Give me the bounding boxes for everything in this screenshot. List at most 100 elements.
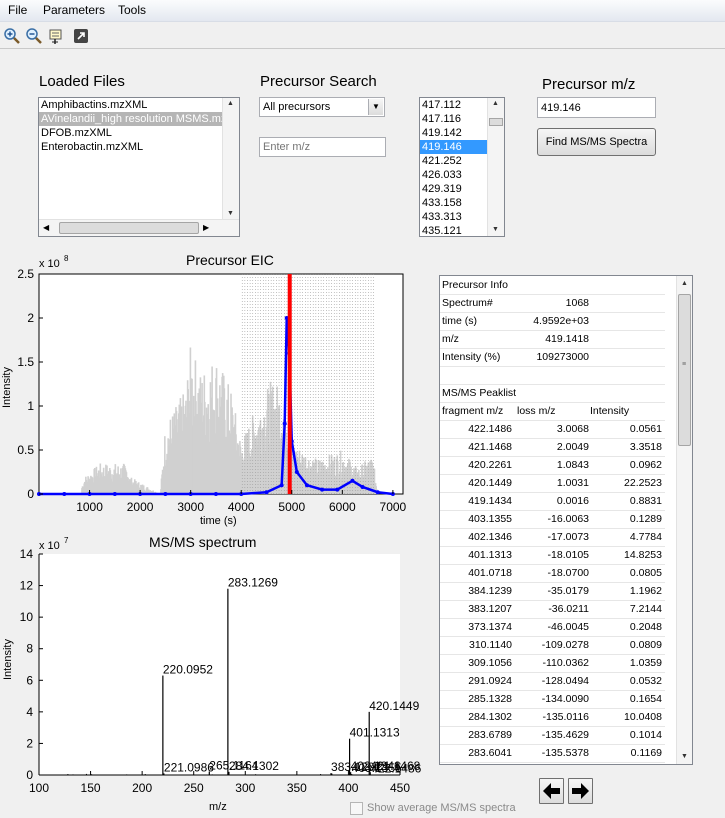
eic-y-tick-label: 1 [27, 399, 34, 413]
data-cursor-icon[interactable] [48, 27, 66, 45]
peak-fragment-mz: 420.1449 [468, 477, 512, 489]
file-item[interactable]: DFOB.mzXML [39, 126, 239, 140]
peaklist-column-header: Intensity [590, 405, 630, 417]
peaklist-column-header: loss m/z [517, 405, 556, 417]
table-row-divider [440, 726, 665, 727]
zoom-out-icon[interactable] [25, 27, 43, 45]
previous-spectrum-button[interactable] [539, 778, 564, 804]
eic-blue-point [163, 492, 168, 496]
file-item[interactable]: Amphibactins.mzXML [39, 98, 239, 112]
table-row-divider [440, 312, 665, 313]
next-spectrum-button[interactable] [568, 778, 593, 804]
peak-loss-mz: -17.0073 [547, 531, 589, 543]
menu-parameters[interactable]: Parameters [43, 3, 105, 17]
precursor-mz-input[interactable] [537, 97, 656, 118]
table-row-divider [440, 600, 665, 601]
peak-table[interactable]: Precursor Info Spectrum# 1068 time (s) 4.959… [439, 275, 693, 765]
msms-peak-label: 284.1302 [229, 759, 279, 773]
peak-fragment-mz: 383.1207 [468, 603, 512, 615]
menu-file[interactable]: File [8, 3, 27, 17]
peak-fragment-mz: 373.1374 [468, 621, 512, 633]
info-key: Intensity (%) [442, 351, 501, 363]
scroll-down-icon[interactable]: ▼ [227, 210, 234, 217]
scroll-up-icon[interactable]: ▲ [492, 100, 499, 107]
file-item-selected[interactable]: AVinelandii_high resolution MSMS.mzXML [39, 112, 239, 126]
scroll-left-icon[interactable]: ◀ [43, 223, 49, 232]
peak-intensity: 0.0561 [629, 423, 662, 435]
precursor-list-scrollbar[interactable]: ▲ ▼ [487, 98, 504, 236]
eic-xlabel: time (s) [200, 515, 237, 527]
msms-chart: MS/MS spectrum x 10 7 283.1269220.095222… [2, 534, 422, 813]
peak-fragment-mz: 422.1486 [468, 423, 512, 435]
files-vertical-scrollbar[interactable]: ▲ ▼ [222, 98, 239, 220]
info-key: m/z [442, 333, 459, 345]
arrow-right-icon [572, 783, 589, 799]
mz-search-input[interactable] [259, 137, 386, 157]
eic-blue-point [279, 483, 284, 488]
peak-intensity: 10.0408 [624, 711, 662, 723]
peak-fragment-mz: 403.1355 [468, 513, 512, 525]
peak-intensity: 0.8831 [629, 495, 662, 507]
peak-loss-mz: -18.0700 [547, 567, 589, 579]
peak-fragment-mz: 283.6789 [468, 729, 512, 741]
menu-tools[interactable]: Tools [118, 3, 146, 17]
peak-loss-mz: -35.0179 [547, 585, 589, 597]
scroll-up-icon[interactable]: ▲ [227, 100, 234, 107]
find-msms-spectra-button[interactable]: Find MS/MS Spectra [537, 128, 656, 156]
eic-blue-point [264, 490, 269, 495]
precursor-filter-dropdown[interactable]: All precursors ▼ [259, 97, 385, 117]
export-icon[interactable] [72, 27, 90, 45]
eic-x-tick-label: 4000 [228, 500, 255, 514]
eic-x-tick-label: 3000 [177, 500, 204, 514]
peak-fragment-mz: 401.0718 [468, 567, 512, 579]
eic-blue-point [294, 470, 299, 474]
scroll-down-icon[interactable]: ▼ [492, 226, 499, 233]
file-item[interactable]: Enterobactin.mzXML [39, 140, 239, 154]
files-horizontal-scrollbar[interactable]: ◀ ▶ [39, 219, 239, 236]
msms-x-tick-label: 300 [235, 781, 255, 795]
eic-blue-point [304, 483, 309, 488]
eic-blue-point [375, 490, 380, 495]
eic-y-tick-label: 0 [27, 487, 34, 501]
eic-y-tick-label: 2.5 [17, 267, 34, 281]
zoom-in-icon[interactable] [3, 27, 21, 45]
scroll-right-icon[interactable]: ▶ [203, 223, 209, 232]
table-row-divider [440, 366, 665, 367]
peak-fragment-mz: 310.1140 [468, 639, 512, 651]
table-row-divider [440, 690, 665, 691]
table-row-divider [440, 618, 665, 619]
eic-x-tick-label: 7000 [380, 500, 407, 514]
msms-x-tick-label: 150 [81, 781, 101, 795]
info-value: 1068 [565, 297, 589, 309]
table-vertical-scrollbar[interactable]: ▲ ≡ ▼ [676, 276, 692, 764]
peak-fragment-mz: 421.1468 [468, 441, 512, 453]
table-row-divider [440, 492, 665, 493]
show-average-label: Show average MS/MS spectra [367, 802, 516, 814]
loaded-files-list[interactable]: Amphibactins.mzXML AVinelandii_high reso… [38, 97, 240, 237]
precursor-search-title: Precursor Search [260, 73, 377, 90]
table-row-divider [440, 456, 665, 457]
peak-intensity: 3.3518 [629, 441, 662, 453]
vertical-scroll-thumb[interactable] [489, 118, 503, 126]
horizontal-scroll-thumb[interactable] [59, 222, 199, 234]
eic-x-tick-label: 5000 [278, 500, 305, 514]
precursor-mz-list[interactable]: 417.112 417.116 419.142 419.146 421.252 … [419, 97, 505, 237]
show-average-checkbox[interactable] [350, 802, 363, 815]
scroll-up-icon[interactable]: ▲ [681, 280, 688, 287]
table-scroll-thumb[interactable]: ≡ [678, 294, 691, 446]
peak-loss-mz: 1.0031 [556, 477, 589, 489]
table-row-divider [440, 294, 665, 295]
eic-ylabel: Intensity [1, 367, 13, 408]
msms-peak-label: 283.1269 [228, 576, 278, 590]
msms-plot-area [39, 554, 400, 775]
table-row-divider [440, 402, 665, 403]
eic-chart: Precursor EIC x 10 8 0 0.5 1 1.5 2 2.5 1000 20… [1, 252, 407, 527]
scroll-down-icon[interactable]: ▼ [681, 753, 688, 760]
peak-intensity: 0.2048 [629, 621, 662, 633]
peak-intensity: 0.0962 [629, 459, 662, 471]
msms-y-tick-label: 4 [26, 705, 33, 719]
peak-intensity: 0.1014 [629, 729, 662, 741]
eic-blue-point [360, 484, 365, 489]
chevron-down-icon[interactable]: ▼ [368, 99, 383, 115]
msms-x-tick-label: 200 [132, 781, 152, 795]
